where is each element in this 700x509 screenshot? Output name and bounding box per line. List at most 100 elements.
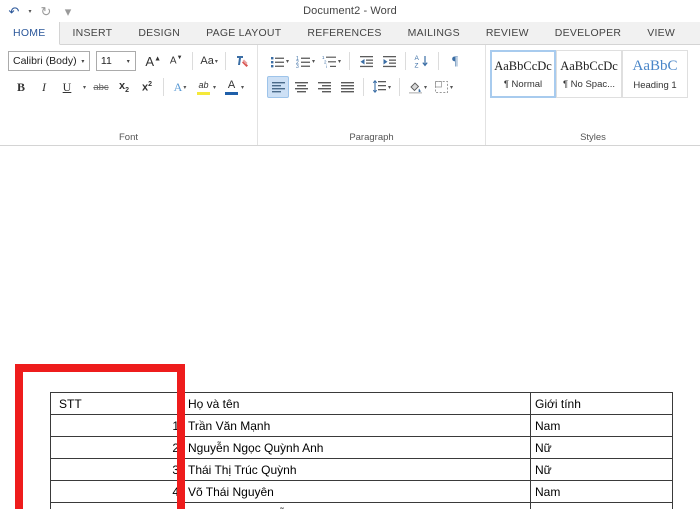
cell-name[interactable]: Nguyễn Ngọc Quỳnh Anh <box>183 436 531 459</box>
tab-home[interactable]: HOME <box>0 22 60 45</box>
decrease-indent-icon <box>359 55 373 67</box>
text-highlight-dropdown-icon[interactable]: ▾ <box>213 84 216 91</box>
svg-text:3: 3 <box>296 64 299 69</box>
strikethrough-button[interactable]: abc <box>90 76 112 98</box>
shrink-font-button[interactable]: A▼ <box>165 50 187 72</box>
cell-sex[interactable]: Nữ <box>530 458 673 481</box>
change-case-dropdown-icon[interactable]: ▾ <box>215 58 218 65</box>
italic-icon: I <box>42 79 46 94</box>
table-header-stt[interactable]: STT <box>50 392 184 415</box>
change-case-icon: Aa <box>200 55 214 67</box>
cell-stt[interactable]: 3 <box>50 458 184 481</box>
cell-name[interactable]: Võ Thái Nguyên <box>183 480 531 503</box>
cell-stt[interactable]: 1 <box>50 414 184 437</box>
italic-button[interactable]: I <box>33 76 55 98</box>
cell-name[interactable]: Phạm Lê Minh Mẫn <box>183 502 531 509</box>
multilevel-list-button[interactable]: 1 2 i ▾ <box>319 50 344 72</box>
font-name-dropdown-icon[interactable]: ▾ <box>78 58 87 65</box>
align-left-button[interactable] <box>267 76 289 98</box>
title-bar: ↶ ▾ ↻ ▾ Document2 - Word <box>0 0 700 22</box>
tab-design[interactable]: DESIGN <box>125 22 193 44</box>
cell-sex[interactable]: Nữ <box>530 436 673 459</box>
style-item-heading-1[interactable]: AaBbC Heading 1 <box>622 50 688 98</box>
font-color-dropdown-icon[interactable]: ▾ <box>241 84 244 91</box>
bullets-dropdown-icon[interactable]: ▾ <box>286 58 289 65</box>
tab-page-layout[interactable]: PAGE LAYOUT <box>193 22 294 44</box>
table-header-sex[interactable]: Giới tính <box>530 392 673 415</box>
tab-references[interactable]: REFERENCES <box>294 22 394 44</box>
tab-mailings[interactable]: MAILINGS <box>395 22 473 44</box>
text-effects-button[interactable]: A ▾ <box>169 76 191 98</box>
borders-button[interactable]: ▾ <box>431 76 456 98</box>
text-highlight-button[interactable]: ab ▾ <box>192 76 219 98</box>
numbering-button[interactable]: 1 2 3 ▾ <box>293 50 318 72</box>
cell-sex[interactable]: Nam <box>530 502 673 509</box>
table-row[interactable]: 3 Thái Thị Trúc Quỳnh Nữ <box>50 458 673 481</box>
svg-text:i: i <box>326 64 327 69</box>
cell-name[interactable]: Trần Văn Mạnh <box>183 414 531 437</box>
tab-developer[interactable]: DEVELOPER <box>542 22 634 44</box>
ribbon-group-styles: AaBbCcDc ¶ Normal AaBbCcDc ¶ No Spac... … <box>486 45 700 145</box>
ribbon-group-paragraph: ▾ 1 2 3 ▾ 1 2 i ▾ A Z ¶ ▾ ▾ ▾ Paragraph <box>258 45 486 145</box>
document-table[interactable]: STT Họ và tên Giới tính 1 Trần Văn Mạnh … <box>50 392 673 509</box>
table-header-name[interactable]: Họ và tên <box>183 392 531 415</box>
superscript-icon: x2 <box>142 80 153 94</box>
change-case-button[interactable]: Aa ▾ <box>198 50 220 72</box>
table-row[interactable]: STT Họ và tên Giới tính <box>50 392 673 415</box>
strikethrough-icon: abc <box>93 81 109 93</box>
line-spacing-dropdown-icon[interactable]: ▾ <box>388 84 391 91</box>
shading-dropdown-icon[interactable]: ▾ <box>424 84 427 91</box>
table-row[interactable]: 1 Trần Văn Mạnh Nam <box>50 414 673 437</box>
bold-button[interactable]: B <box>10 76 32 98</box>
align-center-icon <box>294 81 308 92</box>
tab-view[interactable]: VIEW <box>634 22 688 44</box>
cell-name[interactable]: Thái Thị Trúc Quỳnh <box>183 458 531 481</box>
font-size-input[interactable]: 11 ▾ <box>95 51 136 71</box>
table-row[interactable]: 4 Võ Thái Nguyên Nam <box>50 480 673 503</box>
underline-dropdown-button[interactable]: ▾ <box>79 76 89 98</box>
bullets-button[interactable]: ▾ <box>267 50 292 72</box>
table-row[interactable]: 2 Nguyễn Ngọc Quỳnh Anh Nữ <box>50 436 673 459</box>
document-canvas[interactable]: STT Họ và tên Giới tính 1 Trần Văn Mạnh … <box>0 146 700 509</box>
underline-button[interactable]: U <box>56 76 78 98</box>
multilevel-list-dropdown-icon[interactable]: ▾ <box>338 58 341 65</box>
cell-stt[interactable]: 5 <box>50 502 184 509</box>
justify-button[interactable] <box>336 76 358 98</box>
superscript-button[interactable]: x2 <box>136 76 158 98</box>
align-center-button[interactable] <box>290 76 312 98</box>
divider <box>225 52 226 70</box>
document-title: Document2 - Word <box>303 5 397 17</box>
borders-dropdown-icon[interactable]: ▾ <box>450 84 453 91</box>
text-effects-dropdown-icon[interactable]: ▾ <box>183 84 186 91</box>
decrease-indent-button[interactable] <box>355 50 377 72</box>
shading-button[interactable]: ▾ <box>405 76 430 98</box>
clear-formatting-button[interactable] <box>231 50 253 72</box>
line-spacing-button[interactable]: ▾ <box>369 76 394 98</box>
font-name-value: Calibri (Body) <box>13 55 77 67</box>
font-name-input[interactable]: Calibri (Body) ▾ <box>8 51 91 71</box>
show-formatting-marks-button[interactable]: ¶ <box>444 50 466 72</box>
shading-icon <box>409 82 423 94</box>
tab-review[interactable]: REVIEW <box>473 22 542 44</box>
sort-button[interactable]: A Z <box>411 50 433 72</box>
cell-stt[interactable]: 2 <box>50 436 184 459</box>
subscript-icon: x2 <box>119 79 130 95</box>
style-item-no-spacing[interactable]: AaBbCcDc ¶ No Spac... <box>556 50 622 98</box>
cell-sex[interactable]: Nam <box>530 480 673 503</box>
style-item-normal[interactable]: AaBbCcDc ¶ Normal <box>490 50 556 98</box>
font-color-button[interactable]: A ▾ <box>220 76 247 98</box>
font-size-dropdown-icon[interactable]: ▾ <box>124 58 133 65</box>
subscript-button[interactable]: x2 <box>113 76 135 98</box>
align-right-icon <box>317 81 331 92</box>
increase-indent-button[interactable] <box>378 50 400 72</box>
align-right-button[interactable] <box>313 76 335 98</box>
multilevel-list-icon: 1 2 i <box>322 55 337 69</box>
table-row[interactable]: 5 Phạm Lê Minh Mẫn Nam <box>50 502 673 509</box>
cell-sex[interactable]: Nam <box>530 414 673 437</box>
cell-stt[interactable]: 4 <box>50 480 184 503</box>
numbering-icon: 1 2 3 <box>296 56 311 69</box>
styles-gallery: AaBbCcDc ¶ Normal AaBbCcDc ¶ No Spac... … <box>490 48 696 98</box>
numbering-dropdown-icon[interactable]: ▾ <box>312 58 315 65</box>
grow-font-button[interactable]: A▲ <box>142 50 164 72</box>
tab-insert[interactable]: INSERT <box>60 22 126 44</box>
